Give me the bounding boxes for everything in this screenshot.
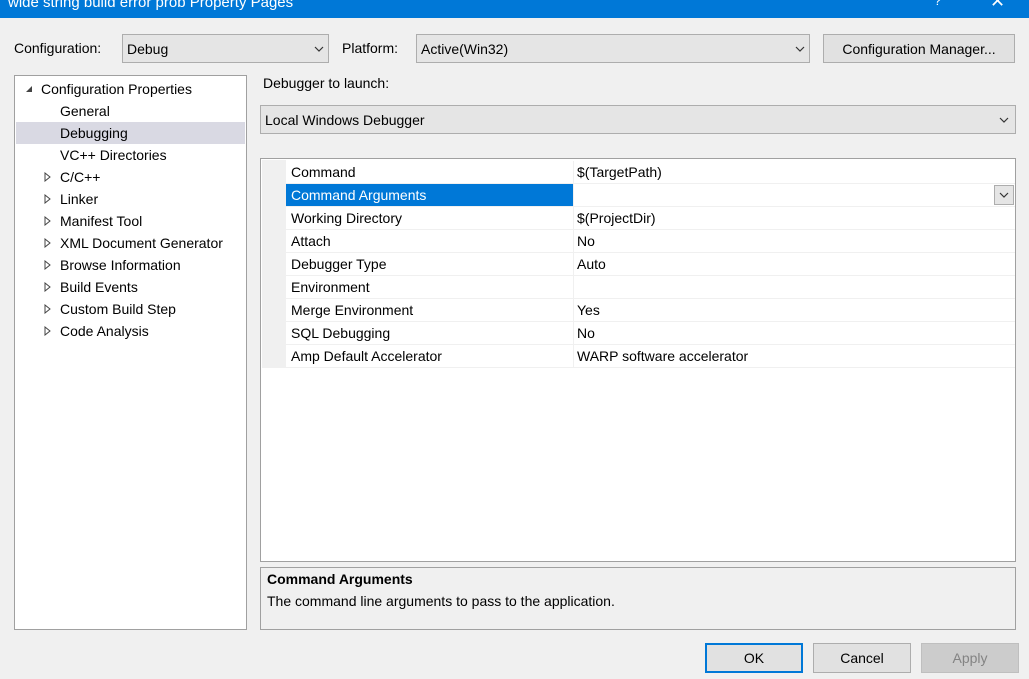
chevron-down-icon — [795, 46, 805, 52]
description-panel: Command Arguments The command line argum… — [260, 567, 1016, 630]
tree-item-debugging[interactable]: Debugging — [16, 122, 245, 144]
property-row-amp-default-accelerator[interactable]: Amp Default Accelerator WARP software ac… — [286, 345, 1015, 368]
property-name: Amp Default Accelerator — [291, 348, 442, 364]
description-title: Command Arguments — [267, 571, 413, 587]
tree-item-label: Build Events — [60, 279, 138, 295]
property-row-attach[interactable]: Attach No — [286, 230, 1015, 253]
help-icon[interactable]: ? — [934, 0, 941, 8]
property-row-working-directory[interactable]: Working Directory $(ProjectDir) — [286, 207, 1015, 230]
tree-item-configuration-properties[interactable]: Configuration Properties — [16, 78, 245, 100]
property-row-merge-environment[interactable]: Merge Environment Yes — [286, 299, 1015, 322]
tree-item-label: Browse Information — [60, 257, 181, 273]
tree-item-label: Linker — [60, 191, 99, 207]
property-value[interactable] — [574, 184, 1015, 206]
property-name: Working Directory — [291, 210, 402, 226]
configuration-value: Debug — [127, 40, 169, 57]
property-dropdown-button[interactable] — [994, 185, 1014, 205]
title-bar: wide string build error prob Property Pa… — [0, 0, 1029, 18]
tree-item-custom-build-step[interactable]: Custom Build Step — [16, 298, 245, 320]
configuration-label: Configuration: — [14, 40, 102, 56]
tree-item-code-analysis[interactable]: Code Analysis — [16, 320, 245, 342]
tree-item-label: Custom Build Step — [60, 301, 176, 317]
configuration-select[interactable]: Debug — [122, 34, 329, 63]
collapsed-arrow-icon[interactable] — [43, 326, 53, 336]
tree-item-cpp[interactable]: C/C++ — [16, 166, 245, 188]
tree-item-label: General — [60, 103, 110, 119]
apply-button[interactable]: Apply — [921, 643, 1019, 673]
property-row-command-arguments[interactable]: Command Arguments — [286, 184, 1015, 207]
tree-item-build-events[interactable]: Build Events — [16, 276, 245, 298]
expanded-arrow-icon[interactable] — [24, 84, 34, 94]
property-row-command[interactable]: Command $(TargetPath) — [286, 161, 1015, 184]
tree-item-label: C/C++ — [60, 169, 101, 185]
property-value[interactable] — [574, 276, 1015, 298]
property-grid[interactable]: Command $(TargetPath) Command Arguments … — [260, 158, 1016, 562]
platform-value: Active(Win32) — [421, 40, 509, 57]
property-name: Environment — [291, 279, 370, 295]
collapsed-arrow-icon[interactable] — [43, 260, 53, 270]
grid-gutter — [262, 160, 286, 368]
chevron-down-icon — [314, 46, 324, 52]
platform-select[interactable]: Active(Win32) — [416, 34, 810, 63]
tree-item-label: Configuration Properties — [41, 81, 192, 97]
property-name: Merge Environment — [291, 302, 414, 318]
debugger-select[interactable]: Local Windows Debugger — [260, 105, 1016, 134]
property-row-debugger-type[interactable]: Debugger Type Auto — [286, 253, 1015, 276]
tree-item-browse-information[interactable]: Browse Information — [16, 254, 245, 276]
tree-item-linker[interactable]: Linker — [16, 188, 245, 210]
tree-item-label: Manifest Tool — [60, 213, 143, 229]
chevron-down-icon — [999, 192, 1009, 198]
property-name: Attach — [291, 233, 331, 249]
tree-item-vc-directories[interactable]: VC++ Directories — [16, 144, 245, 166]
tree-item-general[interactable]: General — [16, 100, 245, 122]
property-value[interactable]: $(ProjectDir) — [574, 207, 1015, 229]
property-name: SQL Debugging — [291, 325, 391, 341]
property-value[interactable]: $(TargetPath) — [574, 161, 1015, 183]
collapsed-arrow-icon[interactable] — [43, 216, 53, 226]
debugger-value: Local Windows Debugger — [265, 111, 425, 128]
chevron-down-icon — [999, 117, 1009, 123]
collapsed-arrow-icon[interactable] — [43, 282, 53, 292]
property-value[interactable]: No — [574, 230, 1015, 252]
collapsed-arrow-icon[interactable] — [43, 238, 53, 248]
debugger-label: Debugger to launch: — [263, 75, 390, 91]
configuration-manager-button[interactable]: Configuration Manager... — [823, 34, 1015, 63]
property-value[interactable]: Yes — [574, 299, 1015, 321]
tree-item-label: XML Document Generator — [60, 235, 223, 251]
cancel-button[interactable]: Cancel — [813, 643, 911, 673]
property-value[interactable]: Auto — [574, 253, 1015, 275]
property-name: Command Arguments — [286, 184, 573, 206]
platform-label: Platform: — [342, 40, 399, 56]
property-name: Command — [291, 164, 356, 180]
tree-item-manifest-tool[interactable]: Manifest Tool — [16, 210, 245, 232]
close-icon[interactable]: ✕ — [990, 0, 1005, 12]
property-row-sql-debugging[interactable]: SQL Debugging No — [286, 322, 1015, 345]
tree-item-label: Debugging — [60, 125, 128, 141]
property-tree[interactable]: Configuration Properties General Debuggi… — [14, 75, 247, 630]
tree-item-label: Code Analysis — [60, 323, 149, 339]
collapsed-arrow-icon[interactable] — [43, 304, 53, 314]
tree-item-xml-document-generator[interactable]: XML Document Generator — [16, 232, 245, 254]
collapsed-arrow-icon[interactable] — [43, 194, 53, 204]
window-title: wide string build error prob Property Pa… — [8, 0, 294, 11]
property-row-environment[interactable]: Environment — [286, 276, 1015, 299]
property-value[interactable]: WARP software accelerator — [574, 345, 1015, 367]
tree-item-label: VC++ Directories — [60, 147, 167, 163]
property-value[interactable]: No — [574, 322, 1015, 344]
ok-button[interactable]: OK — [705, 643, 803, 673]
description-text: The command line arguments to pass to th… — [267, 593, 615, 609]
property-name: Debugger Type — [291, 256, 387, 272]
collapsed-arrow-icon[interactable] — [43, 172, 53, 182]
